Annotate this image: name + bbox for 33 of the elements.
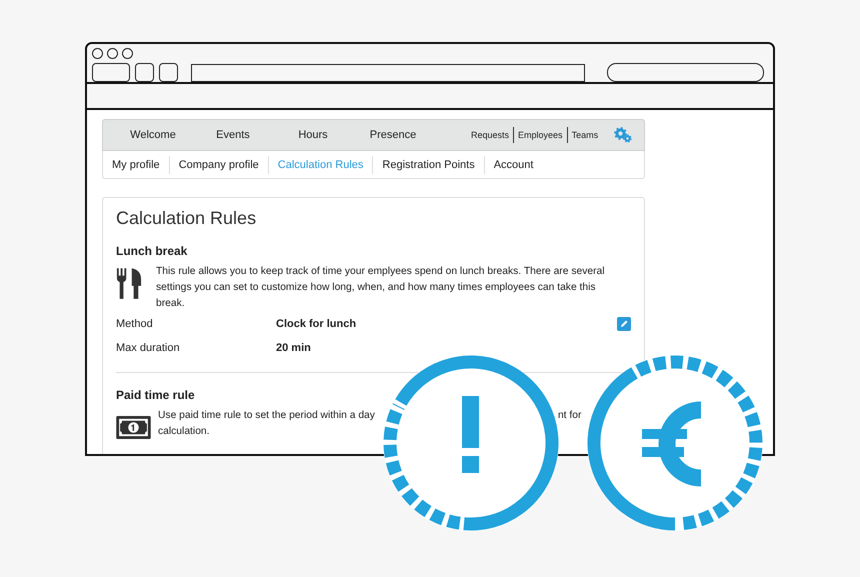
rule-description: calculation.	[158, 425, 211, 439]
edit-icon[interactable]	[617, 317, 631, 331]
toolbar-button[interactable]	[159, 63, 178, 82]
banknote-icon	[116, 416, 151, 439]
window-control-icon[interactable]	[107, 48, 118, 59]
setting-value: 20 min	[276, 342, 311, 354]
rule-description: nt for	[558, 409, 582, 423]
toolbar-button[interactable]	[92, 63, 130, 82]
rule-description: This rule allows you to keep track of time your emplyees spend on lunch breaks. There are several settings you can set to customize how long, when, and how many times employees can take this break.	[156, 265, 606, 311]
nav-tab[interactable]: Presence	[353, 129, 433, 141]
sub-nav-tab[interactable]: Company profile	[168, 156, 268, 174]
setting-label: Max duration	[116, 342, 181, 354]
rule-title: Lunch break	[116, 244, 188, 258]
rule-description: Use paid time rule to set the period within a day	[158, 409, 375, 423]
setting-value: Clock for lunch	[276, 318, 356, 330]
sub-nav-tab[interactable]: My profile	[103, 156, 169, 174]
nav-link[interactable]: Teams	[566, 127, 602, 143]
fork-and-knife-icon	[116, 268, 142, 300]
nav-tab[interactable]: Welcome	[113, 129, 193, 141]
setting-label: Method	[116, 318, 154, 330]
nav-link[interactable]: Requests	[467, 127, 514, 143]
nav-tab[interactable]: Events	[193, 129, 273, 141]
window-control-icon[interactable]	[122, 48, 133, 59]
nav-link[interactable]: Employees	[513, 127, 567, 143]
rule-title: Paid time rule	[116, 388, 196, 402]
window-control-icon[interactable]	[92, 48, 103, 59]
sub-nav-tab[interactable]: Registration Points	[372, 156, 484, 174]
search-field[interactable]	[607, 63, 764, 82]
address-bar[interactable]	[191, 64, 585, 82]
page-title: Calculation Rules	[116, 208, 258, 229]
nav-tab[interactable]: Hours	[273, 129, 353, 141]
sub-nav-tab[interactable]: Account	[484, 156, 542, 174]
toolbar-button[interactable]	[135, 63, 154, 82]
